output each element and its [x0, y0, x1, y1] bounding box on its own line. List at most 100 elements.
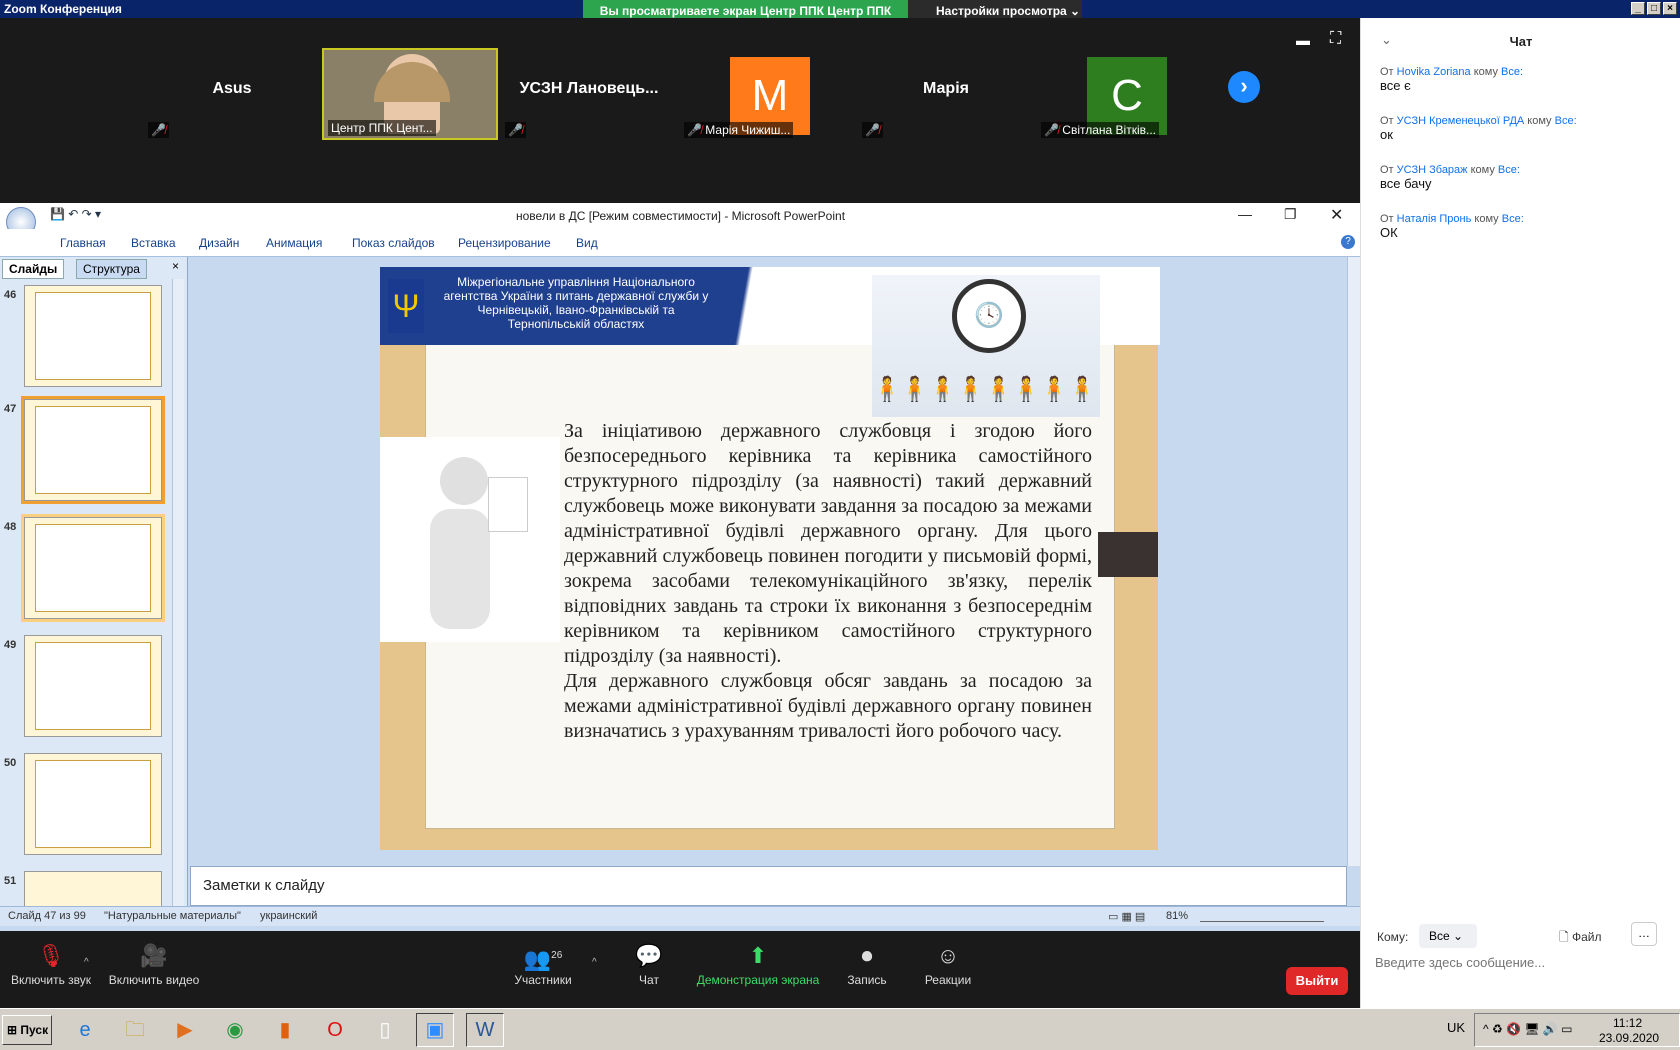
slide-thumbnail[interactable]	[24, 871, 162, 907]
recipient-select[interactable]: Все ⌄	[1419, 924, 1477, 948]
participant-tile-active[interactable]: Центр ППК Цент...	[322, 48, 498, 140]
record-button[interactable]: ⏺ Запись	[842, 931, 892, 1008]
taskbar: ⊞ Пуск e 🗀 ▶ ◉ ▮ O ▯ ▣ W UK ^ ♻ 🔇 🖥 🔊 ▭ …	[0, 1008, 1680, 1050]
slide-dark-tab	[1098, 532, 1158, 577]
tab-slideshow[interactable]: Показ слайдов	[352, 236, 435, 250]
tray-icons[interactable]: ^ ♻ 🔇 🖥 🔊 ▭	[1483, 1022, 1573, 1036]
next-page-button[interactable]: ›	[1228, 71, 1260, 103]
participants-button[interactable]: 👥26 Участники	[512, 931, 574, 1008]
opera-icon[interactable]: O	[316, 1013, 354, 1047]
close-pane-icon[interactable]: ×	[172, 259, 179, 273]
leave-button[interactable]: Выйти	[1286, 967, 1348, 995]
ppt-restore-button[interactable]: ❐	[1284, 206, 1297, 223]
participant-tile[interactable]: C 🎤̸ Світлана Вітків...	[1037, 48, 1213, 140]
recipient[interactable]: Все:	[1502, 213, 1524, 225]
muted-mic-icon: 🎤̸	[505, 122, 526, 138]
tab-outline[interactable]: Структура	[76, 259, 147, 279]
recipient[interactable]: Все:	[1501, 66, 1523, 78]
participant-tile[interactable]: M 🎤̸ Марія Чижиш...	[680, 48, 856, 140]
chat-input[interactable]	[1375, 950, 1665, 974]
ppt-title-bar: 💾 ↶ ↷ ▾ новели в ДС [Режим совместимости…	[0, 203, 1360, 237]
slide-scrollbar[interactable]	[1347, 257, 1360, 866]
trident-emblem-icon: Ψ	[388, 279, 424, 333]
chat-title: Чат	[1509, 34, 1533, 49]
sender[interactable]: УСЗН Збараж	[1397, 164, 1468, 176]
sender[interactable]: Наталія Пронь	[1397, 213, 1472, 225]
muted-mic-icon: 🎙	[37, 943, 65, 968]
theme-name: "Натуральные материалы"	[104, 910, 241, 922]
reactions-button[interactable]: ☺ Реакции	[920, 931, 976, 1008]
sender[interactable]: Hovika Zoriana	[1397, 66, 1471, 78]
clock-time: 11:12	[1613, 1016, 1643, 1030]
media-player-icon[interactable]: ▶	[166, 1013, 204, 1047]
slide-thumbnail[interactable]	[21, 514, 165, 622]
slide-thumbnail-selected[interactable]	[21, 396, 165, 504]
file-button[interactable]: 🗋 Файл	[1559, 928, 1602, 949]
clock-icon: 🕓	[952, 279, 1026, 353]
minimize-button[interactable]: _	[1631, 2, 1645, 15]
minimize-video-icon[interactable]: ▬	[1296, 32, 1310, 48]
tab-review[interactable]: Рецензирование	[458, 236, 551, 250]
to-prefix: кому	[1473, 66, 1498, 78]
sender[interactable]: УСЗН Кременецької РДА	[1397, 115, 1525, 127]
chat-bubble-icon: 💬	[635, 943, 663, 968]
zoom-icon[interactable]: ▣	[416, 1013, 454, 1047]
tab-animation[interactable]: Анимация	[266, 236, 322, 250]
caret-up-icon[interactable]: ^	[592, 957, 597, 968]
chat-message-header: От УСЗН Збараж кому Все:	[1380, 164, 1670, 176]
recipient[interactable]: Все:	[1498, 164, 1520, 176]
ppt-minimize-button[interactable]: —	[1238, 206, 1252, 222]
chat-button[interactable]: 💬 Чат	[624, 931, 674, 1008]
more-options-button[interactable]: …	[1631, 922, 1657, 946]
to-prefix: кому	[1470, 164, 1495, 176]
slide-thumbnail[interactable]	[24, 635, 162, 737]
word-icon[interactable]: W	[466, 1013, 504, 1047]
quick-access-toolbar[interactable]: 💾 ↶ ↷ ▾	[50, 207, 101, 221]
thumb-number: 50	[4, 757, 17, 769]
slide-header-text: Міжрегіональне управління Національного …	[443, 275, 709, 331]
participant-label: 🎤̸ Марія Чижиш...	[684, 122, 794, 138]
tab-slides[interactable]: Слайды	[2, 259, 65, 279]
maximize-button[interactable]: □	[1647, 2, 1661, 15]
thumbnail-list: 46 47 48 49 50 51	[0, 279, 188, 907]
figure-body	[430, 509, 490, 629]
tab-design[interactable]: Дизайн	[199, 236, 239, 250]
caret-up-icon[interactable]: ^	[84, 957, 89, 968]
chrome-icon[interactable]: ◉	[216, 1013, 254, 1047]
close-button[interactable]: ×	[1663, 2, 1677, 15]
ppt-title: новели в ДС [Режим совместимости] - Micr…	[516, 209, 846, 223]
pane-scrollbar[interactable]	[172, 279, 184, 907]
fullscreen-icon[interactable]: ⛶	[1330, 30, 1341, 48]
document-icon[interactable]: ▯	[366, 1013, 404, 1047]
slide-counter: Слайд 47 из 99	[8, 910, 86, 922]
participant-label-text: Марія Чижиш...	[705, 123, 791, 137]
participants-count: 26	[551, 950, 563, 961]
share-screen-label: Демонстрация экрана	[696, 973, 820, 987]
view-buttons[interactable]: ▭ ▦ ▤	[1108, 910, 1145, 923]
participant-tile[interactable]: Asus 🎤̸	[144, 48, 320, 140]
tab-home[interactable]: Главная	[60, 236, 106, 250]
tab-view[interactable]: Вид	[576, 236, 598, 250]
tab-insert[interactable]: Вставка	[131, 236, 176, 250]
system-tray: ^ ♻ 🔇 🖥 🔊 ▭ 11:12 23.09.2020	[1474, 1013, 1680, 1047]
participant-tile[interactable]: УСЗН Лановець... 🎤̸	[501, 48, 677, 140]
start-button[interactable]: ⊞ Пуск	[2, 1015, 52, 1045]
app-icon[interactable]: ▮	[266, 1013, 304, 1047]
help-icon[interactable]: ?	[1341, 235, 1355, 249]
start-video-button[interactable]: 🎥 Включить видео	[106, 931, 202, 1008]
recipient[interactable]: Все:	[1555, 115, 1577, 127]
slide-thumbnail[interactable]	[24, 285, 162, 387]
slide-thumbnail[interactable]	[24, 753, 162, 855]
unmute-button[interactable]: 🎙 Включить звук	[6, 931, 96, 1008]
explorer-icon[interactable]: 🗀	[116, 1013, 154, 1047]
zoom-slider[interactable]	[1200, 910, 1324, 922]
video-off-icon: 🎥	[140, 943, 168, 968]
participant-tile[interactable]: Марія 🎤̸	[858, 48, 1034, 140]
reaction-icon: ☺	[936, 943, 960, 968]
notes-field[interactable]: Заметки к слайду	[190, 866, 1347, 906]
ppt-close-button[interactable]: ✕	[1330, 205, 1343, 225]
ie-icon[interactable]: e	[66, 1013, 104, 1047]
share-screen-button[interactable]: ⬆ Демонстрация экрана	[694, 931, 822, 1008]
chat-message-text: все бачу	[1380, 176, 1432, 191]
input-language[interactable]: UK	[1447, 1020, 1465, 1035]
